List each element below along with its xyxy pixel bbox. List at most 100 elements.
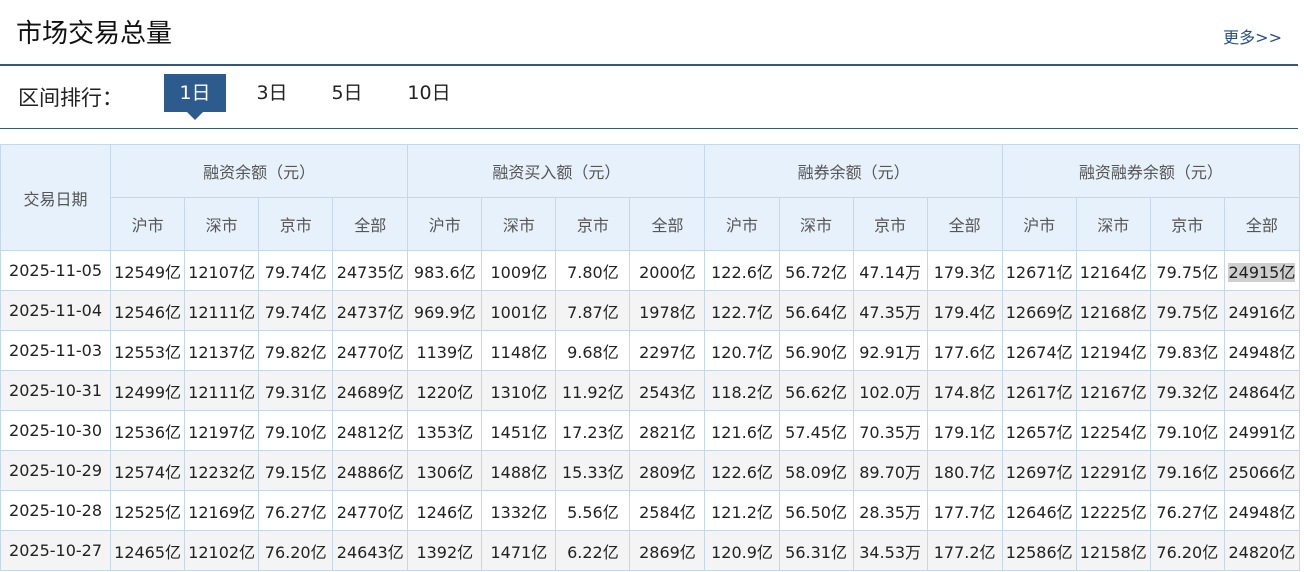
value-cell: 57.45亿: [778, 410, 854, 451]
value-cell: 92.91万: [852, 330, 928, 371]
date-cell: 2025-11-03: [0, 330, 112, 371]
value-cell: 1001亿: [481, 290, 557, 331]
value-cell: 56.90亿: [778, 330, 854, 371]
value-cell: 1246亿: [407, 490, 483, 531]
value-cell: 102.0万: [852, 370, 928, 411]
table-body: 2025-11-05 12549亿 12107亿 79.74亿 24735亿 983.6亿…: [0, 250, 1301, 571]
page-title: 市场交易总量: [16, 19, 173, 49]
value-cell: 12164亿: [1075, 250, 1151, 291]
range-tab-1d[interactable]: 1日: [164, 74, 226, 120]
value-cell: 56.31亿: [778, 530, 854, 571]
sub-header-all[interactable]: 全部: [332, 197, 409, 251]
value-cell: 2869亿: [629, 530, 706, 571]
value-cell: 1220亿: [407, 370, 483, 411]
value-cell: 79.82亿: [258, 330, 334, 371]
value-cell: 79.83亿: [1149, 330, 1225, 371]
table-row[interactable]: 2025-10-30 12536亿 12197亿 79.10亿 24812亿 1353亿 1…: [0, 410, 1301, 451]
sub-header-bj[interactable]: 京市: [555, 197, 631, 251]
sub-header-sz[interactable]: 深市: [778, 197, 854, 251]
group-header-securities-lending-balance[interactable]: 融券余额（元）: [704, 144, 1003, 198]
sub-header-all[interactable]: 全部: [1223, 197, 1301, 251]
value-cell: 12465亿: [110, 530, 186, 571]
value-cell: 79.75亿: [1149, 250, 1225, 291]
sub-header-all[interactable]: 全部: [629, 197, 706, 251]
value-cell: 118.2亿: [704, 370, 780, 411]
value-cell: 12549亿: [110, 250, 186, 291]
section-header: 市场交易总量 更多>>: [0, 0, 1298, 66]
value-cell: 12167亿: [1075, 370, 1151, 411]
value-cell: 47.14万: [852, 250, 928, 291]
table-row[interactable]: 2025-11-05 12549亿 12107亿 79.74亿 24735亿 983.6亿…: [0, 250, 1301, 291]
range-selector: 区间排行： 1日 3日 5日 10日: [0, 66, 1298, 129]
range-tab-5d[interactable]: 5日: [316, 74, 378, 112]
sub-header-bj[interactable]: 京市: [258, 197, 334, 251]
value-cell: 6.22亿: [555, 530, 631, 571]
value-cell: 9.68亿: [555, 330, 631, 371]
value-cell: 28.35万: [852, 490, 928, 531]
value-cell: 76.27亿: [258, 490, 334, 531]
value-cell: 2297亿: [629, 330, 706, 371]
date-cell: 2025-10-27: [0, 530, 112, 571]
range-tab-3d[interactable]: 3日: [241, 74, 303, 112]
table-row[interactable]: 2025-11-04 12546亿 12111亿 79.74亿 24737亿 969.9亿…: [0, 290, 1301, 331]
more-link[interactable]: 更多>>: [1223, 24, 1282, 48]
value-cell: 12697亿: [1001, 450, 1077, 491]
value-cell: 12232亿: [184, 450, 260, 491]
sub-header-sh[interactable]: 沪市: [110, 197, 186, 251]
value-cell: 56.72亿: [778, 250, 854, 291]
sub-header-bj[interactable]: 京市: [852, 197, 928, 251]
value-cell: 2543亿: [629, 370, 706, 411]
value-cell: 7.87亿: [555, 290, 631, 331]
value-cell: 12107亿: [184, 250, 260, 291]
sub-header-all[interactable]: 全部: [926, 197, 1003, 251]
value-cell: 76.20亿: [258, 530, 334, 571]
table-row[interactable]: 2025-10-29 12574亿 12232亿 79.15亿 24886亿 1306亿 1…: [0, 450, 1301, 491]
table-row[interactable]: 2025-10-27 12465亿 12102亿 76.20亿 24643亿 1392亿 1…: [0, 530, 1301, 571]
sub-header-sz[interactable]: 深市: [481, 197, 557, 251]
value-cell: 12646亿: [1001, 490, 1077, 531]
sub-header-sz[interactable]: 深市: [184, 197, 260, 251]
value-cell: 179.3亿: [926, 250, 1003, 291]
sub-header-bj[interactable]: 京市: [1149, 197, 1225, 251]
value-cell: 79.75亿: [1149, 290, 1225, 331]
group-header-financing-buy[interactable]: 融资买入额（元）: [407, 144, 706, 198]
value-cell: 12168亿: [1075, 290, 1151, 331]
margin-trading-table: 交易日期 融资余额（元） 融资买入额（元） 融券余额（元） 融资融券余额（元） …: [0, 144, 1301, 571]
sub-header-sh[interactable]: 沪市: [1001, 197, 1077, 251]
value-cell: 15.33亿: [555, 450, 631, 491]
table-row[interactable]: 2025-10-28 12525亿 12169亿 76.27亿 24770亿 1246亿 1…: [0, 490, 1301, 531]
date-cell: 2025-10-30: [0, 410, 112, 451]
value-cell: 177.7亿: [926, 490, 1003, 531]
range-tab-10d[interactable]: 10日: [398, 74, 460, 112]
value-cell: 121.2亿: [704, 490, 780, 531]
value-cell: 121.6亿: [704, 410, 780, 451]
sub-header-sh[interactable]: 沪市: [407, 197, 483, 251]
value-cell: 47.35万: [852, 290, 928, 331]
value-cell: 24812亿: [332, 410, 409, 451]
date-cell: 2025-10-29: [0, 450, 112, 491]
value-cell: 180.7亿: [926, 450, 1003, 491]
value-cell: 12525亿: [110, 490, 186, 531]
group-header-financing-balance[interactable]: 融资余额（元）: [110, 144, 409, 198]
value-cell: 58.09亿: [778, 450, 854, 491]
value-cell: 12158亿: [1075, 530, 1151, 571]
value-cell: 24886亿: [332, 450, 409, 491]
table-row[interactable]: 2025-10-31 12499亿 12111亿 79.31亿 24689亿 1220亿 1…: [0, 370, 1301, 411]
value-cell: 1148亿: [481, 330, 557, 371]
date-cell: 2025-11-04: [0, 290, 112, 331]
value-cell: 179.1亿: [926, 410, 1003, 451]
value-cell: 179.4亿: [926, 290, 1003, 331]
table-row[interactable]: 2025-11-03 12553亿 12137亿 79.82亿 24770亿 1139亿 1…: [0, 330, 1301, 371]
value-cell: 120.9亿: [704, 530, 780, 571]
sub-header-sh[interactable]: 沪市: [704, 197, 780, 251]
value-cell: 12254亿: [1075, 410, 1151, 451]
group-header-margin-total-balance[interactable]: 融资融券余额（元）: [1001, 144, 1301, 198]
date-column-header[interactable]: 交易日期: [0, 144, 112, 251]
value-cell: 79.32亿: [1149, 370, 1225, 411]
value-cell: 177.2亿: [926, 530, 1003, 571]
value-cell: 1471亿: [481, 530, 557, 571]
value-cell: 2809亿: [629, 450, 706, 491]
sub-header-sz[interactable]: 深市: [1075, 197, 1151, 251]
value-cell: 12169亿: [184, 490, 260, 531]
value-cell: 24948亿: [1223, 330, 1301, 371]
